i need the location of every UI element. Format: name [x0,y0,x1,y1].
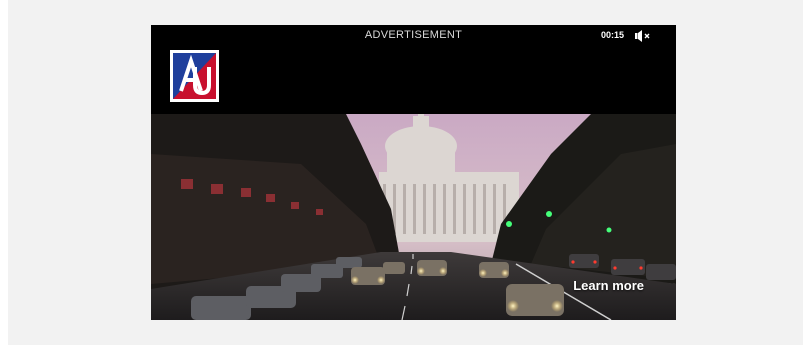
video-ad-player[interactable]: ADVERTISEMENT 00:15 Learn more [151,25,676,320]
mute-toggle-button[interactable] [634,29,654,43]
american-university-logo[interactable] [170,50,219,102]
speaker-muted-icon [635,30,650,42]
ad-countdown-timer: 00:15 [600,30,624,40]
learn-more-link[interactable]: Learn more [573,278,644,293]
advertisement-label: ADVERTISEMENT [364,29,463,41]
au-logo-icon [173,53,216,99]
